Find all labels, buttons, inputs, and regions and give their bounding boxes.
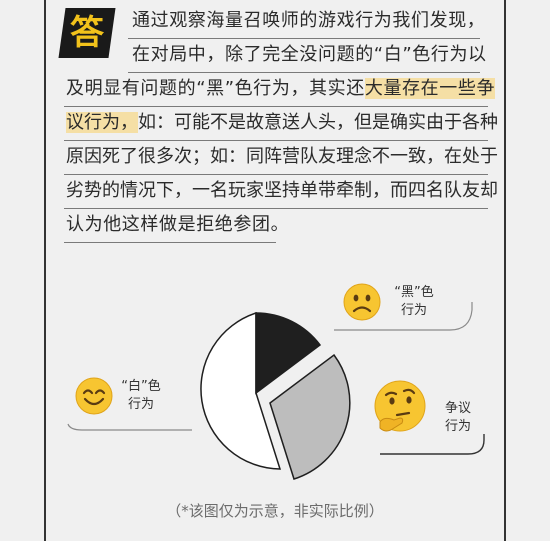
paragraph-line-1: 通过观察海量召唤师的游戏行为我们发现， xyxy=(132,10,486,31)
paragraph-line-3: 及明显有问题的“黑”色行为，其实还大量存在一些争 xyxy=(66,77,496,101)
thinking-face-icon xyxy=(374,380,426,432)
line-rule xyxy=(64,242,276,243)
paragraph-line-6: 劣势的情况下，一名玩家坚持单带牵制，而四名队友却 xyxy=(66,180,498,201)
line-rule xyxy=(64,174,488,175)
black-label-curve xyxy=(334,302,473,331)
line-rule xyxy=(128,72,480,73)
controversial-label-curve xyxy=(380,434,485,455)
highlight-text: 议行为， xyxy=(66,112,138,133)
line-rule xyxy=(64,106,488,107)
paragraph-line-4: 议行为，如：可能不是故意送人头，但是确实由于各种 xyxy=(66,111,498,135)
paragraph-line-7: 认为他这样做是拒绝参团。 xyxy=(66,214,290,235)
line-rule xyxy=(64,140,488,141)
line-rule xyxy=(128,38,480,39)
label-line: “白”色 xyxy=(121,379,161,394)
answer-paragraph: 通过观察海量召唤师的游戏行为我们发现， 在对局中，除了完全没问题的“白”色行为以… xyxy=(0,0,550,260)
paragraph-line-2: 在对局中，除了完全没问题的“白”色行为以 xyxy=(132,44,487,65)
line-rule xyxy=(64,208,488,209)
controversial-behavior-label: 争议 行为 xyxy=(440,400,476,436)
paragraph-line-5: 原因死了很多次；如：同阵营队友理念不一致，在处于 xyxy=(66,146,498,167)
highlight-text: 大量存在一些争 xyxy=(364,78,496,99)
illustration-caption: （*该图仅为示意，非实际比例） xyxy=(166,502,384,520)
paragraph-line-3-text: 及明显有问题的“黑”色行为，其实还 xyxy=(66,78,365,99)
paragraph-line-4-text: 如：可能不是故意送人头，但是确实由于各种 xyxy=(138,112,498,133)
label-line: 争议 xyxy=(444,401,471,416)
white-label-curve xyxy=(67,423,192,431)
